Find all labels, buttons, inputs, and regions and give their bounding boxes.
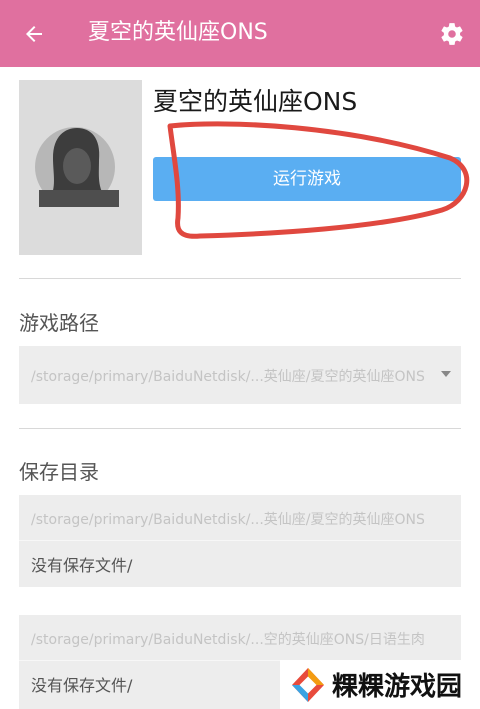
save-entry-status: 没有保存文件/ [31,676,133,695]
divider [19,428,461,429]
watermark-logo-icon [292,667,324,702]
save-entry[interactable]: /storage/primary/BaiduNetdisk/...英仙座/夏空的… [19,495,461,587]
avatar-placeholder-icon [35,127,119,207]
game-path-label: 游戏路径 [19,311,99,335]
game-cover-image [19,80,142,255]
arrow-left-icon [26,26,42,42]
run-game-button[interactable]: 运行游戏 [153,157,461,201]
back-button[interactable] [14,14,54,54]
save-directory-label: 保存目录 [19,460,99,484]
game-title: 夏空的英仙座ONS [153,87,358,116]
app-bar: 夏空的英仙座ONS [0,0,480,67]
save-entry-status: 没有保存文件/ [31,556,133,575]
save-entry-path: /storage/primary/BaiduNetdisk/...英仙座/夏空的… [31,512,425,528]
gear-icon [441,23,463,45]
divider [19,278,461,279]
save-entry-path: /storage/primary/BaiduNetdisk/...空的英仙座ON… [31,632,425,648]
watermark-text: 粿粿游戏园 [332,672,463,702]
game-path-dropdown[interactable]: /storage/primary/BaiduNetdisk/...英仙座/夏空的… [19,346,461,404]
game-path-value: /storage/primary/BaiduNetdisk/...英仙座/夏空的… [31,369,425,385]
save-entry-divider [19,540,461,541]
dropdown-arrow-icon [441,371,451,377]
settings-button[interactable] [432,14,472,54]
app-bar-title: 夏空的英仙座ONS [88,20,268,45]
watermark: 粿粿游戏园 [280,660,480,709]
